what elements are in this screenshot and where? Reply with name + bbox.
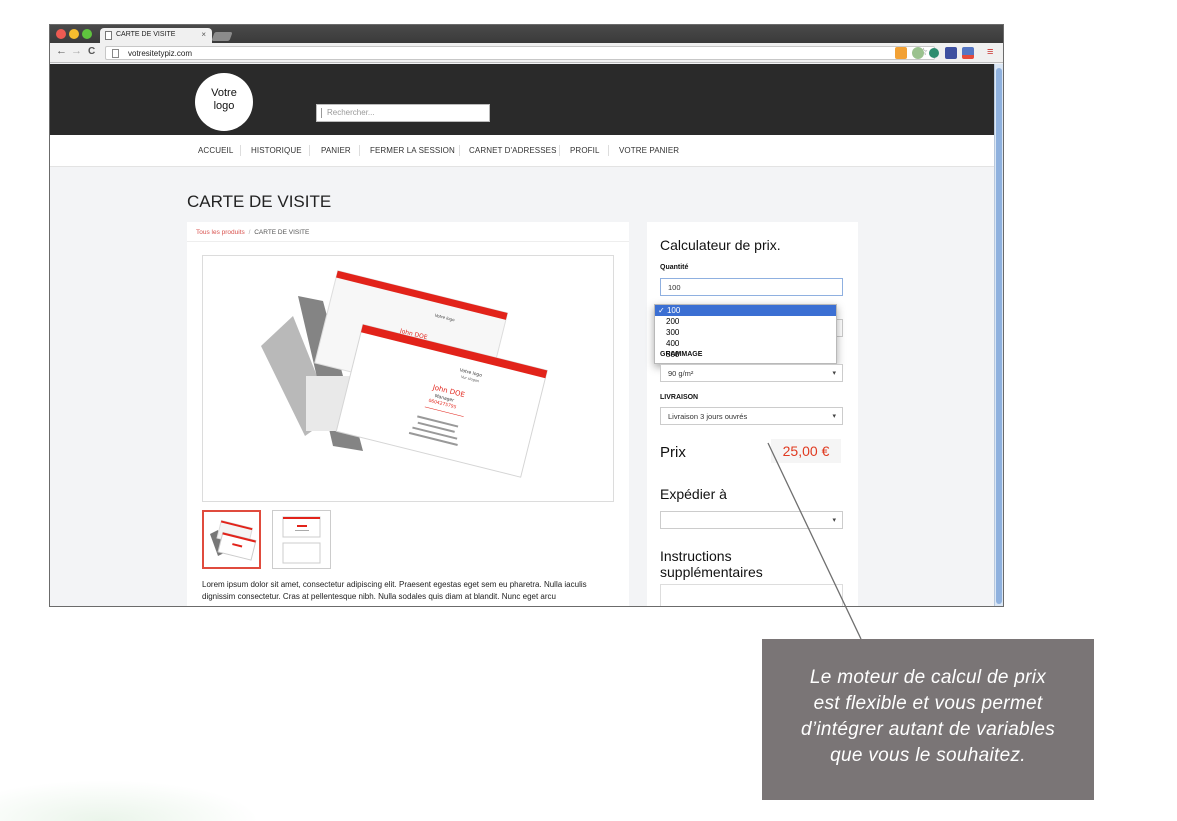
extension-new-icon[interactable]	[962, 47, 974, 59]
browser-tab[interactable]: CARTE DE VISITE ×	[100, 28, 212, 43]
new-tab-button[interactable]	[211, 32, 233, 41]
price-calculator-panel: Calculateur de prix. Quantité 100 ✓ 100 …	[647, 222, 858, 606]
nav-item-accueil[interactable]: ACCUEIL	[198, 146, 233, 155]
nav-divider	[608, 145, 609, 156]
zoom-window-icon[interactable]	[82, 29, 92, 39]
text-caret	[321, 108, 322, 118]
quantity-select-value: 100	[668, 283, 681, 292]
nav-item-panier[interactable]: PANIER	[321, 146, 351, 155]
quantity-option-100[interactable]: ✓ 100	[655, 305, 836, 316]
page: CARTE DE VISITE × ← → C votresitetypiz.c…	[0, 0, 1177, 821]
business-cards-illustration: Votre logo John DOE Manager 0604275795 V…	[261, 270, 548, 478]
thumbnail-cards-flat	[282, 516, 321, 564]
quantity-option-300[interactable]: 300	[655, 327, 836, 338]
callout-line-2: est flexible et vous permet	[813, 693, 1043, 714]
extension-recycle-icon[interactable]	[912, 47, 924, 59]
thumbnail-cards-angled	[210, 519, 257, 561]
browser-window: CARTE DE VISITE × ← → C votresitetypiz.c…	[49, 24, 1004, 607]
extension-globe-icon[interactable]	[929, 48, 939, 58]
calculator-title: Calculateur de prix.	[660, 237, 781, 253]
page-icon	[112, 49, 119, 58]
quantity-option-label: 100	[666, 306, 681, 315]
nav-item-votre-panier[interactable]: VOTRE PANIER	[619, 146, 679, 155]
delivery-label: LIVRAISON	[660, 394, 699, 401]
nav-divider	[559, 145, 560, 156]
breadcrumb-current: CARTE DE VISITE	[254, 229, 310, 236]
tab-title: CARTE DE VISITE	[116, 31, 176, 38]
quantity-select[interactable]: 100	[660, 278, 843, 296]
grammage-select[interactable]: 90 g/m² ▾	[660, 364, 843, 382]
address-bar[interactable]: votresitetypiz.com ☆	[105, 46, 935, 60]
nav-item-carnet-adresses[interactable]: CARNET D'ADRESSES	[469, 146, 557, 155]
breadcrumb-divider	[187, 241, 629, 242]
nav-divider	[359, 145, 360, 156]
nav-divider	[309, 145, 310, 156]
scrollbar-thumb[interactable]	[996, 68, 1002, 604]
browser-menu-icon[interactable]: ≡	[987, 46, 997, 58]
reload-icon[interactable]: C	[88, 46, 95, 57]
ship-to-label: Expédier à	[660, 486, 727, 502]
delivery-select[interactable]: Livraison 3 jours ouvrés ▾	[660, 407, 843, 425]
nav-divider	[240, 145, 241, 156]
quantity-label: Quantité	[660, 264, 689, 271]
chevron-down-icon: ▾	[832, 517, 836, 524]
quantity-option-200[interactable]: 200	[655, 316, 836, 327]
product-panel: Tous les produits / CARTE DE VISITE Votr…	[187, 222, 629, 606]
extension-chart-icon[interactable]	[895, 47, 907, 59]
callout-box: Le moteur de calcul de prix est flexible…	[762, 639, 1094, 800]
callout-line-1: Le moteur de calcul de prix	[809, 667, 1047, 688]
background-glow	[0, 780, 260, 821]
instructions-textarea[interactable]	[660, 584, 843, 606]
nav-divider	[459, 145, 460, 156]
chevron-down-icon: ▾	[832, 370, 836, 377]
logo-line-2: logo	[213, 100, 235, 112]
product-image[interactable]: Votre logo John DOE Manager 0604275795 V…	[202, 255, 614, 502]
page-icon	[105, 31, 112, 40]
product-thumbnail-2[interactable]	[272, 510, 331, 569]
breadcrumb-link[interactable]: Tous les produits	[196, 229, 245, 236]
tab-bar: CARTE DE VISITE ×	[50, 25, 1003, 43]
url-text: votresitetypiz.com	[128, 49, 193, 58]
site-logo[interactable]: Votre logo	[195, 73, 253, 131]
browser-toolbar: ← → C votresitetypiz.com ☆ ≡	[50, 43, 1003, 63]
grammage-label: GRAMMAGE	[660, 351, 703, 358]
breadcrumb: Tous les produits / CARTE DE VISITE	[196, 229, 309, 236]
check-icon: ✓	[658, 306, 665, 315]
chevron-down-icon: ▾	[832, 413, 836, 420]
product-thumbnail-1[interactable]	[202, 510, 261, 569]
quantity-option-400[interactable]: 400	[655, 338, 836, 349]
page-scrollbar[interactable]	[994, 64, 1003, 606]
nav-item-historique[interactable]: HISTORIQUE	[251, 146, 302, 155]
product-description: Lorem ipsum dolor sit amet, consectetur …	[202, 580, 587, 601]
search-input[interactable]: Rechercher...	[316, 104, 490, 122]
ship-to-select[interactable]: ▾	[660, 511, 843, 529]
site-header: Votre logo Rechercher...	[50, 64, 994, 135]
delivery-select-value: Livraison 3 jours ouvrés	[668, 412, 748, 421]
back-icon[interactable]: ←	[56, 45, 67, 57]
callout-line-3: d’intégrer autant de variables	[800, 719, 1056, 740]
search-placeholder: Rechercher...	[327, 108, 375, 117]
logo-line-1: Votre	[211, 87, 237, 99]
price-label: Prix	[660, 444, 686, 461]
forward-icon[interactable]: →	[71, 45, 82, 57]
main-content: CARTE DE VISITE Tous les produits / CART…	[50, 168, 994, 606]
callout-line-4: que vous le souhaitez.	[830, 745, 1026, 766]
tab-close-icon[interactable]: ×	[201, 30, 206, 39]
extension-bar-icon[interactable]	[945, 47, 957, 59]
close-window-icon[interactable]	[56, 29, 66, 39]
instructions-label: Instructions supplémentaires	[660, 548, 763, 580]
page-title: CARTE DE VISITE	[187, 192, 332, 211]
breadcrumb-separator: /	[248, 229, 251, 236]
grammage-select-value: 90 g/m²	[668, 369, 694, 378]
price-value: 25,00 €	[771, 439, 841, 463]
nav-item-profil[interactable]: PROFIL	[570, 146, 600, 155]
minimize-window-icon[interactable]	[69, 29, 79, 39]
main-navigation: ACCUEIL HISTORIQUE PANIER FERMER LA SESS…	[50, 135, 994, 167]
nav-item-fermer-session[interactable]: FERMER LA SESSION	[370, 146, 455, 155]
